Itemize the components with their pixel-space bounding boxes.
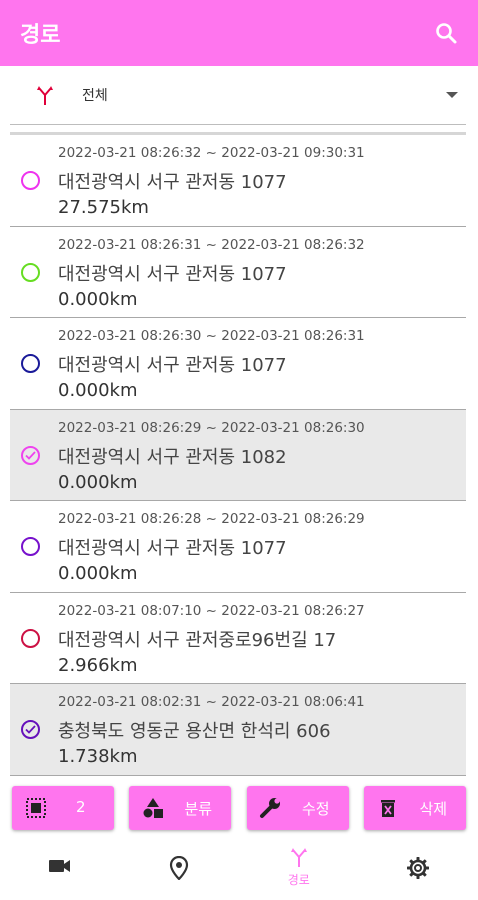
nav-route-label: 경로 bbox=[287, 873, 310, 887]
gear-icon bbox=[407, 857, 430, 879]
selected-count: 2 bbox=[75, 798, 86, 816]
route-distance: 2.966km bbox=[58, 654, 138, 676]
route-distance: 0.000km bbox=[58, 563, 138, 584]
route-list-item[interactable]: 2022-03-21 08:26:28 ~ 2022-03-21 08:26:2… bbox=[10, 501, 466, 593]
search-icon bbox=[436, 23, 457, 44]
route-time-range: 2022-03-21 08:26:28 ~ 2022-03-21 08:26:2… bbox=[58, 511, 365, 527]
route-distance: 0.000km bbox=[58, 288, 138, 310]
route-address: 대전광역시 서구 관저동 1082 bbox=[58, 446, 287, 468]
route-time-range: 2022-03-21 08:26:31 ~ 2022-03-21 08:26:3… bbox=[58, 236, 365, 253]
route-list-item[interactable]: 2022-03-21 08:07:10 ~ 2022-03-21 08:26:2… bbox=[10, 592, 466, 684]
route-distance: 0.000km bbox=[58, 380, 138, 401]
route-color-circle-icon[interactable] bbox=[21, 171, 40, 190]
nav-video[interactable] bbox=[20, 838, 100, 900]
route-time-range: 2022-03-21 08:26:32 ~ 2022-03-21 09:30:3… bbox=[58, 145, 365, 161]
route-list: 2022-03-21 08:26:32 ~ 2022-03-21 09:30:3… bbox=[10, 132, 466, 781]
route-address: 대전광역시 서구 관저동 1077 bbox=[58, 538, 287, 559]
route-time-range: 2022-03-21 08:02:31 ~ 2022-03-21 08:06:4… bbox=[58, 694, 365, 710]
route-distance: 0.000km bbox=[58, 471, 138, 493]
dropdown-arrow-icon bbox=[446, 92, 458, 98]
video-icon bbox=[48, 860, 70, 872]
route-icon bbox=[30, 80, 60, 110]
route-distance: 27.575km bbox=[58, 197, 149, 218]
route-list-item[interactable]: 2022-03-21 08:26:32 ~ 2022-03-21 09:30:3… bbox=[10, 135, 466, 227]
checked-circle-icon[interactable] bbox=[21, 720, 40, 739]
route-address: 대전광역시 서구 관저중로96번길 17 bbox=[58, 629, 337, 651]
nav-location[interactable] bbox=[139, 838, 219, 900]
route-list-item[interactable]: 2022-03-21 08:26:31 ~ 2022-03-21 08:26:3… bbox=[10, 226, 466, 318]
bottom-navigation: 경로 bbox=[0, 838, 478, 900]
route-address: 대전광역시 서구 관저동 1077 bbox=[58, 263, 287, 285]
wrench-icon bbox=[259, 796, 283, 820]
route-color-circle-icon[interactable] bbox=[21, 354, 40, 373]
app-bar: 경로 bbox=[0, 0, 478, 66]
route-icon bbox=[290, 848, 307, 867]
select-all-icon bbox=[24, 796, 48, 820]
category-icon bbox=[141, 796, 165, 820]
route-list-item[interactable]: 2022-03-21 08:26:30 ~ 2022-03-21 08:26:3… bbox=[10, 318, 466, 410]
route-distance: 1.738km bbox=[58, 746, 138, 767]
nav-route[interactable]: 경로 bbox=[259, 838, 339, 900]
route-time-range: 2022-03-21 08:26:29 ~ 2022-03-21 08:26:3… bbox=[58, 419, 365, 436]
edit-button[interactable]: 수정 bbox=[246, 786, 349, 830]
route-address: 충청북도 영동군 용산면 한석리 606 bbox=[58, 721, 331, 742]
nav-settings[interactable] bbox=[378, 838, 458, 900]
route-color-circle-icon[interactable] bbox=[21, 628, 40, 648]
route-list-item[interactable]: 2022-03-21 08:02:31 ~ 2022-03-21 08:06:4… bbox=[10, 684, 466, 776]
category-button[interactable]: 분류 bbox=[129, 786, 232, 830]
route-time-range: 2022-03-21 08:26:30 ~ 2022-03-21 08:26:3… bbox=[58, 328, 365, 344]
location-pin-icon bbox=[170, 856, 189, 880]
edit-label: 수정 bbox=[301, 800, 330, 818]
route-list-item[interactable]: 2022-03-21 08:26:29 ~ 2022-03-21 08:26:3… bbox=[10, 409, 466, 501]
select-all-button[interactable]: 2 bbox=[11, 786, 114, 830]
checked-circle-icon[interactable] bbox=[21, 445, 40, 465]
category-label: 분류 bbox=[184, 800, 213, 818]
route-color-circle-icon[interactable] bbox=[21, 537, 40, 556]
route-filter-dropdown[interactable]: 전체 bbox=[10, 66, 466, 125]
search-button[interactable] bbox=[422, 9, 470, 57]
trash-icon bbox=[376, 796, 400, 820]
route-address: 대전광역시 서구 관저동 1077 bbox=[58, 355, 287, 376]
page-title: 경로 bbox=[20, 23, 61, 48]
action-bar: 2 분류 수정 삭제 bbox=[0, 782, 478, 834]
delete-label: 삭제 bbox=[419, 800, 448, 818]
filter-label: 전체 bbox=[82, 88, 108, 104]
delete-button[interactable]: 삭제 bbox=[364, 786, 467, 830]
route-address: 대전광역시 서구 관저동 1077 bbox=[58, 172, 287, 193]
route-color-circle-icon[interactable] bbox=[21, 262, 40, 282]
route-time-range: 2022-03-21 08:07:10 ~ 2022-03-21 08:26:2… bbox=[58, 602, 365, 619]
